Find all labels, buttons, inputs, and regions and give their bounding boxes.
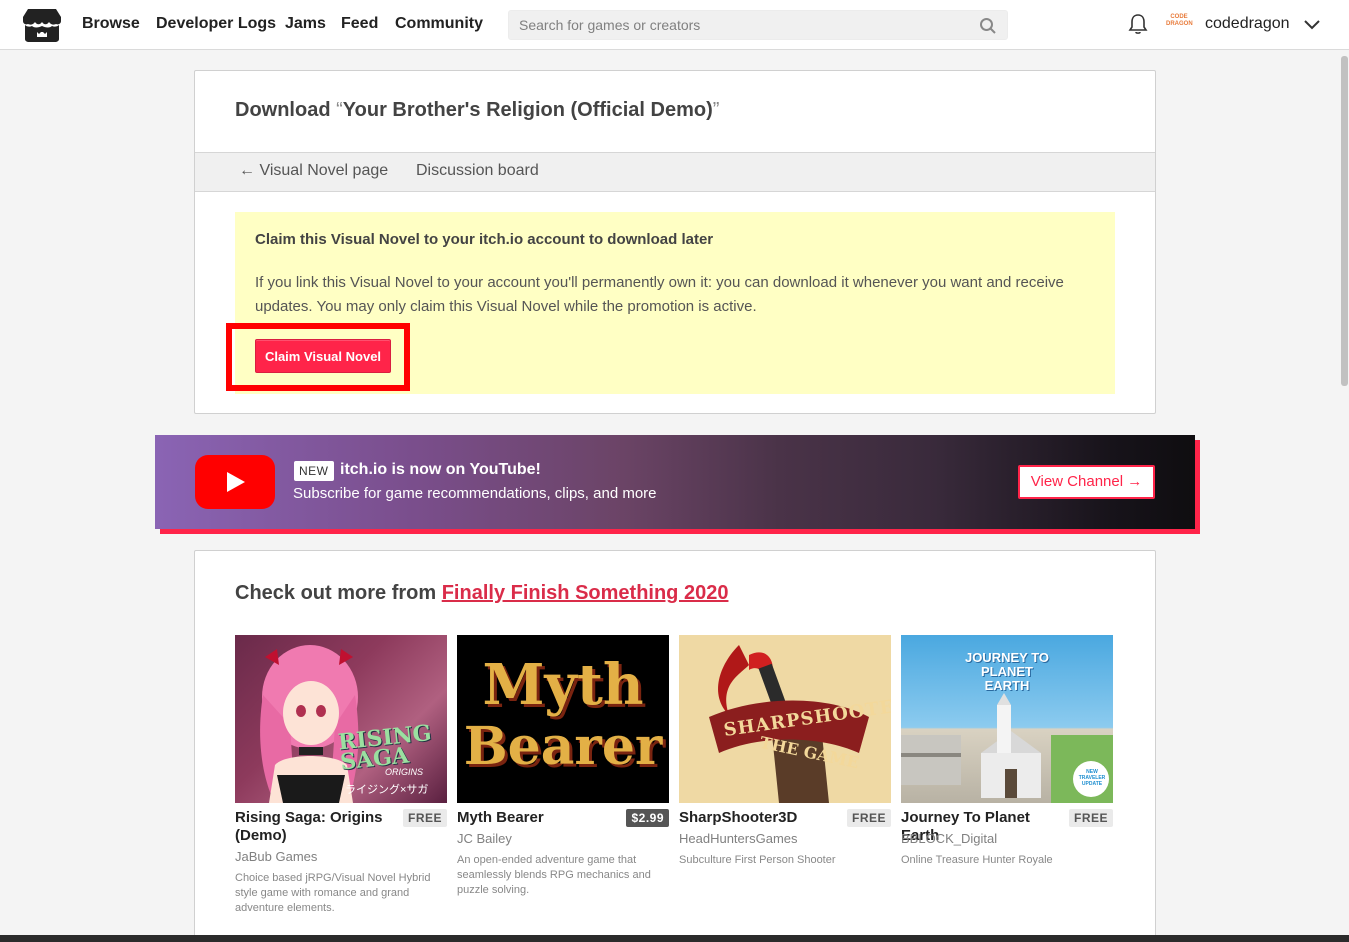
game-thumbnail[interactable]: SHARPSHOOTER THE GAME	[679, 635, 891, 803]
thumb-title-text: Myth	[482, 652, 644, 718]
nav-jams[interactable]: Jams	[285, 15, 326, 33]
view-channel-button[interactable]: View Channel →	[1018, 465, 1155, 499]
nav-feed[interactable]: Feed	[341, 15, 378, 33]
discussion-board-link[interactable]: Discussion board	[416, 162, 539, 180]
game-author[interactable]: BBLOCK_Digital	[901, 831, 997, 846]
chevron-down-icon[interactable]	[1303, 17, 1321, 31]
game-name: Your Brother's Religion (Official Demo)	[342, 99, 713, 121]
top-navigation-bar: Browse Developer Logs Jams Feed Communit…	[0, 0, 1349, 50]
game-thumbnail[interactable]: Myth Bearer	[457, 635, 669, 803]
more-section-title: Check out more from Finally Finish Somet…	[235, 582, 728, 605]
username[interactable]: codedragon	[1205, 15, 1290, 33]
new-badge: NEW	[294, 461, 334, 481]
open-quote: “	[336, 99, 343, 121]
search-icon[interactable]	[979, 17, 997, 35]
download-panel: Download “Your Brother's Religion (Offic…	[194, 70, 1156, 414]
youtube-banner: NEW itch.io is now on YouTube! Subscribe…	[155, 435, 1195, 529]
game-card: Myth Bearer Myth Bearer $2.99 JC Bailey …	[457, 635, 669, 896]
visual-novel-page-link[interactable]: ← Visual Novel page	[239, 162, 388, 180]
game-thumbnail[interactable]: RISING SAGA ORIGINS ライジング×サガ	[235, 635, 447, 803]
itchio-logo-icon[interactable]	[22, 7, 62, 43]
game-description: Subculture First Person Shooter	[679, 854, 836, 866]
anime-girl-illustration-icon	[260, 645, 359, 803]
youtube-play-icon[interactable]	[195, 455, 275, 509]
nav-browse[interactable]: Browse	[82, 15, 140, 33]
title-prefix: Download	[235, 99, 331, 121]
game-title[interactable]: SharpShooter3D	[679, 809, 844, 827]
visual-novel-page-label: Visual Novel page	[259, 162, 389, 179]
game-title[interactable]: Rising Saga: Origins (Demo)	[235, 809, 400, 845]
sub-navigation: ← Visual Novel page Discussion board	[195, 152, 1155, 192]
thumb-subtitle-text: NEW TRAVELER UPDATE	[1078, 769, 1106, 787]
nav-developer-logs[interactable]: Developer Logs	[156, 15, 276, 33]
banner-title: itch.io is now on YouTube!	[340, 461, 541, 478]
search-input[interactable]	[509, 11, 969, 39]
game-author[interactable]: HeadHuntersGames	[679, 831, 798, 846]
game-title[interactable]: Myth Bearer	[457, 809, 622, 827]
more-title-prefix: Check out more from	[235, 582, 437, 604]
close-quote: ”	[712, 99, 720, 121]
claim-title: Claim this Visual Novel to your itch.io …	[255, 231, 714, 248]
price-badge: FREE	[1068, 809, 1113, 827]
thumb-title-text: JOURNEY TO PLANET EARTH	[964, 650, 1050, 693]
game-description: An open-ended adventure game that seamle…	[457, 854, 651, 896]
game-description: Online Treasure Hunter Royale	[901, 854, 1053, 866]
thumb-subtitle-text: Bearer	[463, 716, 663, 777]
back-arrow-icon: ←	[239, 162, 255, 179]
claim-notice-box: Claim this Visual Novel to your itch.io …	[226, 212, 1115, 394]
game-author[interactable]: JaBub Games	[235, 849, 317, 864]
game-author[interactable]: JC Bailey	[457, 831, 512, 846]
thumb-japanese-text: ライジング×サガ	[345, 784, 429, 796]
search-bar	[508, 10, 1008, 40]
user-avatar[interactable]: CODE DRAGON	[1166, 14, 1193, 34]
jam-link[interactable]: Finally Finish Something 2020	[442, 582, 729, 604]
price-badge: FREE	[402, 809, 447, 827]
claim-visual-novel-button[interactable]: Claim Visual Novel	[255, 339, 391, 373]
thumb-subtitle-text: ORIGINS	[385, 767, 424, 777]
bottom-taskbar-strip	[0, 935, 1349, 942]
notifications-bell-icon[interactable]	[1128, 13, 1148, 35]
game-card: SHARPSHOOTER THE GAME SharpShooter3D FRE…	[679, 635, 891, 866]
banner-subtitle: Subscribe for game recommendations, clip…	[293, 485, 657, 502]
nav-community[interactable]: Community	[395, 15, 483, 33]
game-card: RISING SAGA ORIGINS ライジング×サガ Rising Saga…	[235, 635, 447, 914]
claim-description: If you link this Visual Novel to your ac…	[255, 274, 1064, 315]
game-thumbnail[interactable]: JOURNEY TO PLANET EARTH NEW TRAVELER UPD…	[901, 635, 1113, 803]
game-description: Choice based jRPG/Visual Novel Hybrid st…	[235, 872, 431, 914]
scrollbar-thumb[interactable]	[1341, 56, 1348, 386]
more-from-jam-panel: Check out more from Finally Finish Somet…	[194, 550, 1156, 942]
game-card: JOURNEY TO PLANET EARTH NEW TRAVELER UPD…	[901, 635, 1113, 866]
price-badge: $2.99	[626, 809, 669, 827]
page-title: Download “Your Brother's Religion (Offic…	[235, 99, 719, 122]
price-badge: FREE	[846, 809, 891, 827]
